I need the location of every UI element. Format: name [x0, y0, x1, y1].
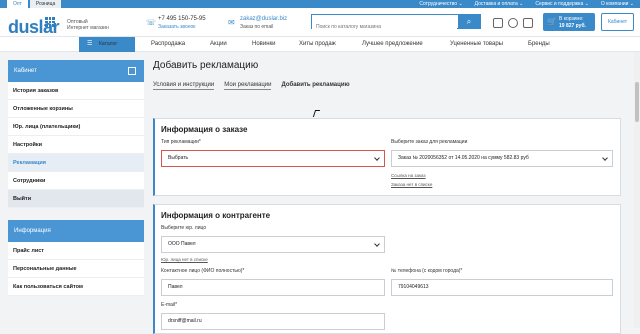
sidebar: Кабинет История заказов Отложенные корзи…	[8, 60, 144, 296]
search-icon: ⌕	[466, 17, 472, 26]
phone-number[interactable]: +7 495 150-75-95	[158, 16, 206, 22]
email-link[interactable]: zakaz@duslar.biz	[240, 16, 287, 22]
sidebar-cabinet-header: Кабинет	[8, 60, 144, 82]
sidebar-item-price-list[interactable]: Прайс лист	[8, 242, 144, 260]
mail-icon: ✉	[228, 18, 235, 27]
hamburger-icon: ☰	[87, 41, 93, 47]
tab-my-claims[interactable]: Мои рекламации	[224, 82, 272, 90]
contact-person-input[interactable]: Павел	[161, 279, 385, 296]
nav-sale[interactable]: Распродажа	[151, 37, 185, 52]
nav-discounted[interactable]: Уцененные товары	[450, 37, 503, 52]
tab-conditions[interactable]: Условия и инструкции	[153, 82, 215, 90]
cart-icon: 🛒	[547, 17, 557, 26]
order-link[interactable]: Ссылка на заказ	[391, 173, 426, 178]
nav-best-offer[interactable]: Лучшее предложение	[362, 37, 423, 52]
legal-entity-label: Выберите юр. лицо	[161, 225, 207, 231]
sidebar-item-claims[interactable]: Рекламация	[8, 154, 144, 172]
legal-entity-select[interactable]: ООО Павел	[161, 236, 385, 253]
main-nav: ☰ Каталог Распродажа Акции Новинки Хиты …	[0, 36, 640, 52]
order-select[interactable]: Заказ № 2020056352 от 14.05.2020 на сумм…	[391, 150, 613, 167]
sidebar-item-legal-entities[interactable]: Юр. лица (плательщики)	[8, 118, 144, 136]
contact-person-label: Контактное лицо (ФИО полностью)*	[161, 268, 245, 274]
top-bar: Опт Розница Сотрудничество ⌄ Доставка и …	[0, 0, 640, 8]
scrollbar-thumb[interactable]	[635, 82, 639, 122]
tab-add-claim[interactable]: Добавить рекламацию	[281, 82, 349, 90]
sidebar-item-personal-data[interactable]: Персональные данные	[8, 260, 144, 278]
sidebar-item-settings[interactable]: Настройки	[8, 136, 144, 154]
search-button[interactable]: ⌕	[458, 15, 480, 28]
menu-delivery[interactable]: Доставка и оплата ⌄	[475, 0, 524, 8]
nav-promotions[interactable]: Акции	[210, 37, 227, 52]
nav-bestsellers[interactable]: Хиты продаж	[299, 37, 336, 52]
tab-retail[interactable]: Розница	[29, 0, 62, 8]
order-info-title: Информация о заказе	[161, 125, 248, 134]
sidebar-info-header: Информация	[8, 220, 144, 242]
claim-type-select[interactable]: Выбрать	[161, 150, 385, 167]
cart-button[interactable]: 🛒 В корзине: 19 827 руб.	[543, 13, 595, 31]
menu-service[interactable]: Сервис и поддержка ⌄	[535, 0, 588, 8]
sidebar-item-orders[interactable]: История заказов	[8, 82, 144, 100]
nav-brands[interactable]: Бренды	[528, 37, 550, 52]
callback-link[interactable]: Заказать звонок	[158, 24, 195, 30]
phone-icon: ☏	[146, 18, 157, 27]
phone-input[interactable]: 79104049613	[391, 279, 613, 296]
page-scrollbar[interactable]	[634, 52, 640, 328]
tab-wholesale[interactable]: Опт	[7, 0, 28, 8]
contractor-info-title: Информация о контрагенте	[161, 211, 271, 220]
legal-entity-missing-link[interactable]: Юр. лица нет в списке	[161, 257, 208, 262]
cabinet-button[interactable]: Кабинет	[601, 13, 634, 31]
catalog-button[interactable]: ☰ Каталог	[79, 37, 135, 52]
email-caption: Заказ по email	[240, 24, 274, 30]
user-icon[interactable]	[493, 18, 503, 28]
sidebar-item-how-to[interactable]: Как пользоваться сайтом	[8, 278, 144, 296]
favorites-icon[interactable]	[508, 18, 518, 28]
contractor-info-card: Информация о контрагенте Выберите юр. ли…	[153, 204, 621, 334]
phone-label: № телефона (с кодом города)*	[391, 268, 463, 274]
order-missing-link[interactable]: Заказа нет в списке	[391, 182, 432, 187]
logo-grid-icon	[45, 17, 55, 27]
order-info-card: Информация о заказе Тип рекламации* Выбр…	[153, 118, 621, 196]
claim-type-label: Тип рекламации*	[161, 139, 201, 145]
site-header: duslar Оптовый Интернет магазин ☏ +7 495…	[0, 8, 640, 37]
search-input[interactable]	[312, 20, 457, 34]
sidebar-item-logout[interactable]: Выйти	[8, 190, 144, 208]
cart-total: 19 827 руб.	[559, 23, 586, 29]
email-input[interactable]: drsniff@mail.ru	[161, 313, 385, 330]
cart-label: В корзине:	[559, 16, 584, 22]
menu-about[interactable]: О компании ⌄	[601, 0, 634, 8]
tagline: Оптовый Интернет магазин	[67, 19, 109, 31]
nav-new[interactable]: Новинки	[252, 37, 276, 52]
menu-cooperation[interactable]: Сотрудничество ⌄	[419, 0, 462, 8]
sidebar-item-saved-carts[interactable]: Отложенные корзины	[8, 100, 144, 118]
main-content: Добавить рекламацию Условия и инструкции…	[153, 52, 633, 334]
email-label: E-mail*	[161, 302, 178, 308]
subtabs: Условия и инструкции Мои рекламации Доба…	[153, 82, 350, 90]
grid-icon[interactable]	[128, 67, 136, 75]
search-box: ⌕	[311, 14, 481, 34]
compare-icon[interactable]	[523, 18, 533, 28]
sidebar-item-employees[interactable]: Сотрудники	[8, 172, 144, 190]
order-select-label: Выберите заказ для рекламации	[391, 139, 468, 145]
page-title: Добавить рекламацию	[153, 60, 259, 71]
